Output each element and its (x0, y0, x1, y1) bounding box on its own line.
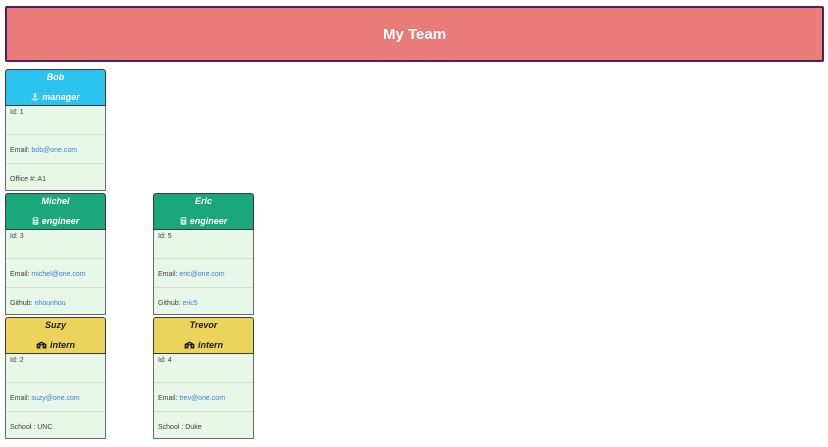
role-label: engineer (41, 216, 80, 226)
office-value: A1 (37, 176, 47, 183)
employee-role: engineer (6, 216, 105, 226)
email-row: Email: eric@one.com (154, 259, 253, 288)
id-row: Id: 4 (154, 354, 253, 383)
id-label: Id: (10, 233, 18, 240)
id-value: 3 (19, 233, 24, 240)
office-row: Office #: A1 (6, 164, 105, 190)
id-label: Id: (158, 357, 166, 364)
card-body: Id: 4 Email: trev@one.com School : Duke (153, 354, 254, 439)
employee-card-intern: Suzy intern Id: 2 Email: suzy@one.com Sc… (5, 317, 106, 439)
github-link[interactable]: eric5 (183, 300, 198, 307)
id-value: 4 (167, 357, 172, 364)
employee-card-intern: Trevor intern Id: 4 Email: trev@one.com … (153, 317, 254, 439)
email-label: Email: (10, 395, 30, 402)
employee-card-manager: Bob manager Id: 1 Email: bob@one.com Off… (5, 69, 106, 191)
school-value: Duke (185, 424, 202, 431)
id-label: Id: (10, 357, 18, 364)
card-body: Id: 2 Email: suzy@one.com School : UNC (5, 354, 106, 439)
employee-card-engineer: Michel engineer Id: 3 Email: michel@one.… (5, 193, 106, 315)
employee-role: intern (154, 340, 253, 350)
id-row: Id: 2 (6, 354, 105, 383)
email-row: Email: michel@one.com (6, 259, 105, 288)
github-row: Github: nhounhou (6, 288, 105, 314)
calculator-icon (32, 217, 39, 225)
id-row: Id: 3 (6, 230, 105, 259)
employee-name: Trevor (189, 320, 218, 330)
card-header: Eric engineer (153, 193, 254, 230)
office-label: Office #: (10, 176, 36, 183)
school-row: School : Duke (154, 412, 253, 438)
id-value: 1 (19, 109, 24, 116)
email-label: Email: (158, 271, 178, 278)
card-body: Id: 3 Email: michel@one.com Github: nhou… (5, 230, 106, 315)
id-value: 2 (19, 357, 24, 364)
email-link[interactable]: bob@one.com (31, 147, 77, 154)
email-row: Email: suzy@one.com (6, 383, 105, 412)
employee-role: intern (6, 340, 105, 350)
school-value: UNC (37, 424, 53, 431)
id-row: Id: 1 (6, 106, 105, 135)
id-label: Id: (158, 233, 166, 240)
id-label: Id: (10, 109, 18, 116)
card-header: Bob manager (5, 69, 106, 106)
id-value: 5 (167, 233, 172, 240)
school-row: School : UNC (6, 412, 105, 438)
email-label: Email: (10, 271, 30, 278)
school-icon (36, 341, 47, 349)
email-label: Email: (10, 147, 30, 154)
email-link[interactable]: michel@one.com (31, 271, 85, 278)
email-link[interactable]: trev@one.com (179, 395, 225, 402)
page-header: My Team (5, 6, 824, 62)
calculator-icon (180, 217, 187, 225)
card-header: Michel engineer (5, 193, 106, 230)
employee-name: Bob (46, 72, 65, 82)
github-label: Github: (158, 300, 181, 307)
role-label: manager (42, 92, 80, 102)
email-row: Email: trev@one.com (154, 383, 253, 412)
page-title: My Team (382, 25, 447, 43)
anchor-icon (31, 93, 39, 101)
school-icon (184, 341, 195, 349)
role-label: engineer (189, 216, 228, 226)
role-label: intern (197, 340, 223, 350)
employee-name: Michel (41, 196, 70, 206)
github-link[interactable]: nhounhou (35, 300, 66, 307)
card-header: Suzy intern (5, 317, 106, 354)
employee-role: engineer (154, 216, 253, 226)
card-header: Trevor intern (153, 317, 254, 354)
employee-name: Eric (194, 196, 212, 206)
card-body: Id: 1 Email: bob@one.com Office #: A1 (5, 106, 106, 191)
email-label: Email: (158, 395, 178, 402)
github-row: Github: eric5 (154, 288, 253, 314)
email-link[interactable]: suzy@one.com (31, 395, 79, 402)
employee-card-engineer: Eric engineer Id: 5 Email: eric@one.com … (153, 193, 254, 315)
github-label: Github: (10, 300, 33, 307)
id-row: Id: 5 (154, 230, 253, 259)
email-row: Email: bob@one.com (6, 135, 105, 164)
role-label: intern (49, 340, 75, 350)
employee-role: manager (6, 92, 105, 102)
card-body: Id: 5 Email: eric@one.com Github: eric5 (153, 230, 254, 315)
email-link[interactable]: eric@one.com (179, 271, 224, 278)
employee-name: Suzy (44, 320, 66, 330)
school-label: School : (158, 424, 184, 431)
school-label: School : (10, 424, 36, 431)
